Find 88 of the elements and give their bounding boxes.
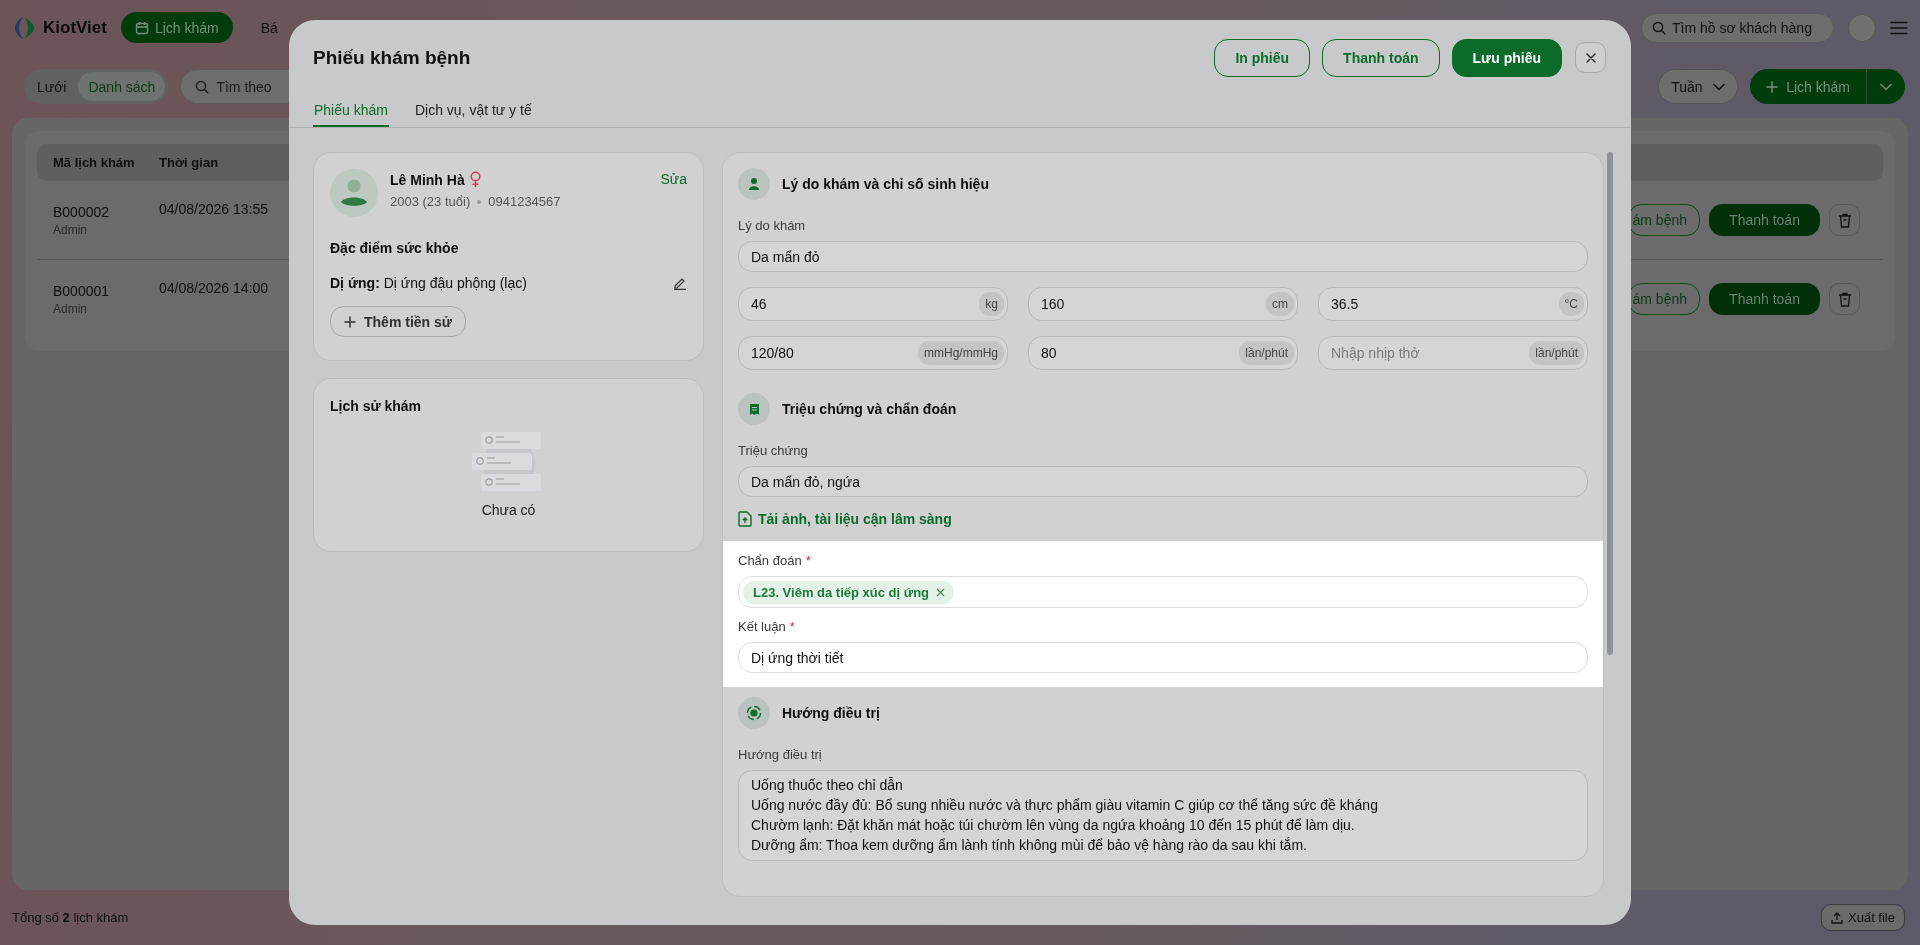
search-icon — [1652, 20, 1666, 35]
chevron-down-icon — [1880, 82, 1892, 91]
dialog-tab[interactable]: Dịch vụ, vật tư y tế — [413, 95, 533, 127]
required-mark: * — [789, 619, 795, 634]
payment-button[interactable]: Thanh toán — [1709, 283, 1820, 315]
trash-icon — [1837, 212, 1852, 228]
table-cell-text: B000002 — [53, 203, 111, 220]
vital-field[interactable]: 36.5 °C — [1318, 287, 1588, 321]
export-button[interactable]: Xuất file — [1821, 904, 1905, 931]
plus-icon — [1766, 80, 1779, 93]
patient-birth-year: 2003 (23 tuổi) — [390, 194, 471, 209]
export-icon — [1831, 911, 1843, 924]
unit-label: cm — [1266, 292, 1294, 316]
file-upload-icon — [738, 511, 752, 527]
vital-field[interactable]: 80 lần/phút — [1028, 336, 1298, 370]
patient-name: Lê Minh Hà — [390, 171, 465, 188]
field-label: Lý do khám — [738, 218, 806, 233]
section-title: Hướng điều trị — [782, 705, 880, 721]
unit-label: lần/phút — [1239, 341, 1294, 365]
chevron-down-icon — [1713, 82, 1726, 91]
pencil-icon[interactable] — [673, 276, 687, 290]
menu-icon[interactable] — [1890, 20, 1908, 35]
unit-label: lần/phút — [1529, 341, 1584, 365]
section-title: Lịch sử khám — [330, 398, 422, 414]
logo-text: KiotViet — [43, 17, 107, 38]
table-cell-text: Admin — [53, 301, 88, 316]
nav-tab[interactable]: Lịch khám — [120, 12, 233, 43]
vital-field[interactable]: 120/80 mmHg/mmHg — [738, 336, 1008, 370]
upload-link[interactable]: Tải ảnh, tài liệu cận lâm sàng — [738, 511, 952, 527]
field-label: Hướng điều trị — [738, 747, 822, 762]
column-header: Thời gian — [159, 155, 220, 170]
close-button[interactable] — [1575, 42, 1606, 73]
field-label: Kết luận — [738, 619, 786, 634]
document-icon — [738, 393, 770, 425]
field-label: Triệu chứng — [738, 443, 808, 458]
section-title: Lý do khám và chỉ số sinh hiệu — [782, 176, 989, 192]
vital-field[interactable]: 160 cm — [1028, 287, 1298, 321]
view-tab[interactable]: Danh sách — [78, 72, 166, 101]
dialog-title: Phiếu khám bệnh — [313, 46, 471, 69]
symptoms-field[interactable]: Da mẩn đỏ, ngứa — [738, 466, 1588, 497]
field-label: Chẩn đoán — [738, 553, 802, 568]
dialog-tab[interactable]: Phiếu khám — [313, 95, 389, 127]
total-count: Tổng số 2 lịch khám — [12, 910, 129, 925]
required-mark: * — [805, 553, 811, 568]
diagnosis-tag: L23. Viêm da tiếp xúc dị ứng — [743, 580, 955, 604]
table-cell: 04/08/2026 13:55 — [159, 201, 268, 217]
target-icon — [738, 697, 770, 729]
close-icon[interactable] — [936, 587, 946, 597]
table-cell: 04/08/2026 14:00 — [159, 280, 268, 296]
empty-state-text: Chưa có — [481, 502, 536, 518]
patient-phone: 0941234567 — [488, 194, 561, 209]
calendar-icon — [134, 20, 149, 35]
column-header: Mã lịch khám — [52, 155, 136, 170]
section-title: Triệu chứng và chẩn đoán — [782, 401, 957, 417]
delete-button[interactable] — [1829, 204, 1860, 236]
avatar-icon — [330, 169, 378, 217]
unit-label: kg — [979, 292, 1004, 316]
unit-label: °C — [1558, 292, 1584, 316]
reason-field[interactable]: Da mẩn đỏ — [738, 241, 1588, 272]
plus-icon — [344, 315, 356, 328]
add-history-button[interactable]: Thêm tiền sử — [330, 306, 466, 337]
user-avatar[interactable] — [1848, 13, 1876, 42]
diagnosis-field[interactable]: L23. Viêm da tiếp xúc dị ứng — [738, 576, 1588, 608]
table-cell-text: Admin — [53, 222, 88, 237]
scrollbar[interactable] — [1607, 152, 1613, 655]
view-tab[interactable]: Lưới — [27, 72, 77, 101]
female-icon — [469, 171, 481, 188]
treatment-field[interactable]: Uống thuốc theo chỉ dẫn Uống nước đầy đủ: Bổ sung nhiều nước và thực phẩm giàu vitamin C giúp cơ thể tăng sức đề kháng Chườm lạnh: Đặt khăn mát hoặc túi chườm lên vùng da ngứa khoảng 10 đến 15 phút để làm dịu. Dưỡng ẩm: Thoa kem dưỡng ẩm lành tính không mùi để bảo vệ hàng rào da sau khi tắm. — [738, 770, 1588, 861]
table-cell-text: B000001 — [53, 282, 111, 299]
period-dropdown[interactable]: Tuần — [1658, 69, 1739, 104]
delete-button[interactable] — [1829, 283, 1860, 315]
vital-field[interactable]: Nhập nhịp thở lần/phút — [1318, 336, 1588, 370]
search-icon — [195, 79, 210, 94]
conclusion-field[interactable]: Dị ứng thời tiết — [738, 642, 1588, 673]
action-button[interactable]: Thanh toán — [1322, 38, 1440, 77]
allergy-text: Dị ứng: Dị ứng đậu phộng (lạc) — [330, 275, 527, 291]
customer-search-field[interactable]: Tìm hồ sơ khách hàng — [1641, 12, 1834, 43]
nav-tab[interactable]: Bá — [246, 12, 292, 43]
edit-link[interactable]: Sửa — [660, 171, 687, 187]
save-button[interactable]: Lưu phiếu — [1451, 38, 1562, 77]
action-button[interactable]: In phiếu — [1214, 38, 1311, 77]
trash-icon — [1837, 291, 1852, 307]
close-icon — [1585, 52, 1596, 63]
payment-button[interactable]: Thanh toán — [1709, 204, 1820, 236]
unit-label: mmHg/mmHg — [918, 341, 1004, 365]
vital-field[interactable]: 46 kg — [738, 287, 1008, 321]
section-title: Đặc điểm sức khỏe — [330, 240, 460, 256]
person-icon — [738, 168, 770, 200]
